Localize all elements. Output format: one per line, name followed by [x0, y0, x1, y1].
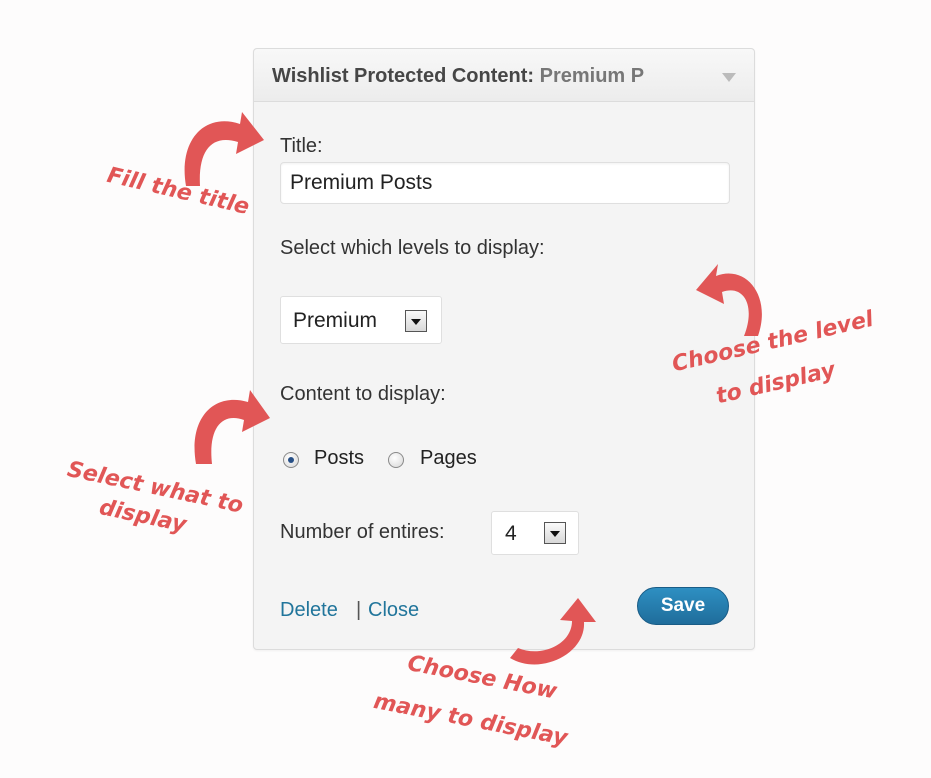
curved-arrow-icon: [194, 390, 270, 464]
curved-arrow-icon: [510, 598, 596, 665]
curved-arrow-icon: [184, 112, 264, 186]
curved-arrow-icon: [696, 264, 762, 336]
